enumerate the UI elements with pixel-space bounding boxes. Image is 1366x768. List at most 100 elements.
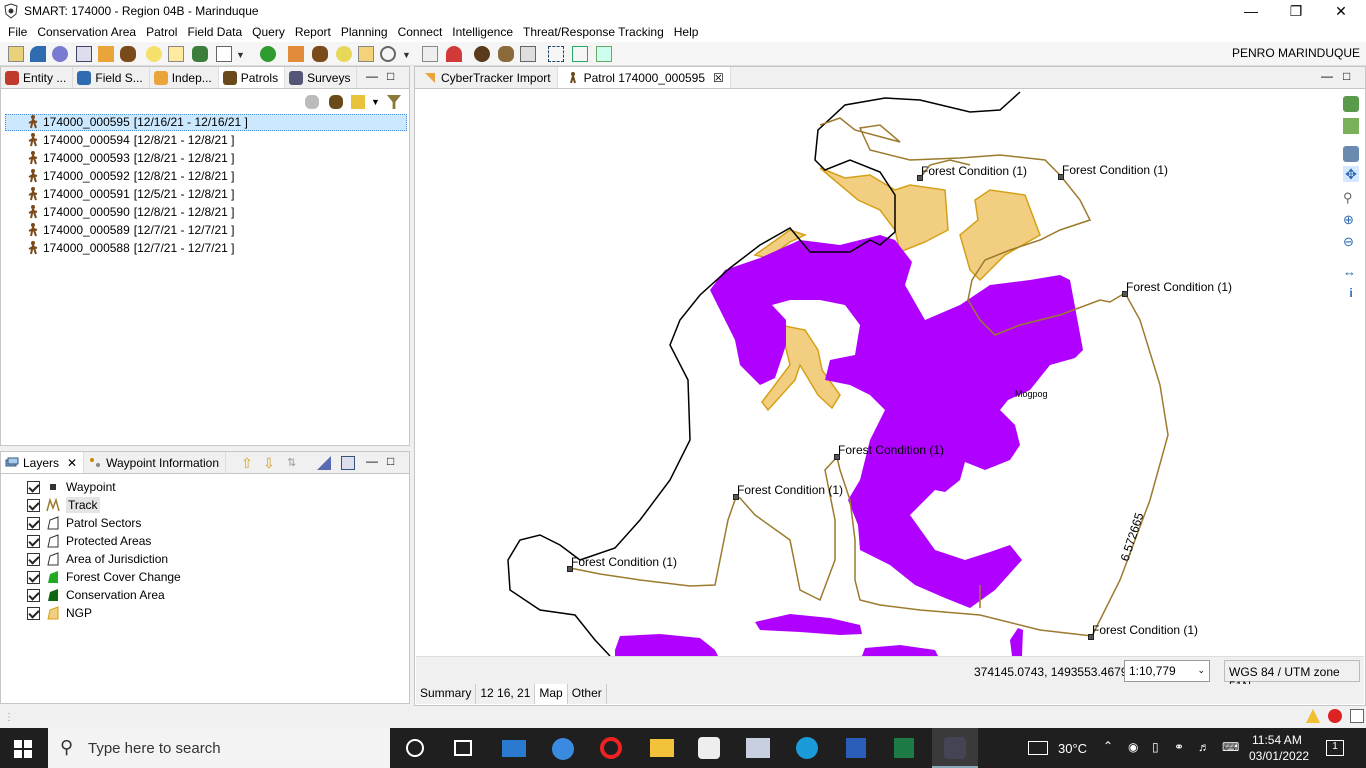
edit-patrol-icon[interactable] <box>351 95 365 109</box>
layer-visibility-checkbox[interactable] <box>27 480 40 494</box>
layer-visibility-checkbox[interactable] <box>27 588 40 602</box>
layer-item[interactable]: Waypoint <box>27 478 116 496</box>
scale-select[interactable]: 1:10,779 ⌄ <box>1124 660 1210 682</box>
report-icon[interactable] <box>216 46 232 62</box>
editor-minimize-button[interactable]: — <box>1321 69 1333 83</box>
layer-item[interactable]: NGP <box>27 604 92 622</box>
task-view-icon[interactable] <box>454 740 472 756</box>
chevron-up-icon[interactable]: ⌃ <box>1103 739 1113 753</box>
map-canvas[interactable] <box>416 90 1340 656</box>
import-icon[interactable] <box>288 46 304 62</box>
weather-icon[interactable] <box>1028 741 1048 755</box>
menu-item-help[interactable]: Help <box>670 22 705 42</box>
export-map-icon[interactable] <box>1343 118 1359 134</box>
taskbar-search-box[interactable]: ⚲ Type here to search <box>48 728 390 768</box>
tab-entity[interactable]: Entity ... <box>1 67 74 88</box>
zoom-out-icon[interactable]: ⊖ <box>1343 234 1359 250</box>
layer-item[interactable]: Area of Jurisdiction <box>27 550 168 568</box>
remote-app-icon[interactable] <box>746 738 770 758</box>
menu-item-threat-response-tracking[interactable]: Threat/Response Tracking <box>519 22 670 42</box>
menu-item-patrol[interactable]: Patrol <box>142 22 183 42</box>
layer-visibility-checkbox[interactable] <box>27 534 40 548</box>
move-down-icon[interactable]: ⇩ <box>263 455 275 472</box>
patrol-add-icon[interactable] <box>312 46 328 62</box>
measure-icon[interactable]: ↔ <box>1343 264 1359 280</box>
document-icon[interactable] <box>422 46 438 62</box>
close-icon[interactable]: ✕ <box>67 456 77 473</box>
bottom-tab[interactable]: Summary <box>416 684 477 704</box>
windows-start-icon[interactable] <box>14 740 32 758</box>
layer-visibility-checkbox[interactable] <box>27 516 40 530</box>
layers-toggle-icon[interactable] <box>1343 96 1359 112</box>
menu-item-query[interactable]: Query <box>248 22 291 42</box>
panel-maximize-button[interactable]: □ <box>387 454 394 468</box>
panel-minimize-button[interactable]: — <box>366 454 378 468</box>
bottom-tab[interactable]: Map <box>535 684 568 704</box>
menu-item-conservation-area[interactable]: Conservation Area <box>33 22 142 42</box>
layer-visibility-checkbox[interactable] <box>27 552 40 566</box>
speaker-icon[interactable]: ♬ <box>1198 740 1210 754</box>
patrol-list-item[interactable]: 174000_000590 [12/8/21 - 12/8/21 ] <box>27 203 235 221</box>
warning-icon[interactable] <box>1306 709 1320 723</box>
chevron-down-icon[interactable]: ▼ <box>371 97 380 107</box>
layer-item[interactable]: Protected Areas <box>27 532 151 550</box>
sync-icon[interactable] <box>520 46 536 62</box>
notification-icon[interactable]: 1 <box>1326 740 1344 756</box>
panel-minimize-button[interactable]: — <box>366 69 378 83</box>
clock-date[interactable]: 03/01/2022 <box>1249 749 1309 763</box>
list-icon[interactable] <box>76 46 92 62</box>
panel-maximize-button[interactable]: □ <box>387 69 394 83</box>
file-explorer-icon[interactable] <box>650 739 674 757</box>
grid-icon[interactable] <box>596 46 612 62</box>
entity-icon[interactable] <box>474 46 490 62</box>
tab-field-sensor[interactable]: Field S... <box>73 67 150 88</box>
mail-icon[interactable] <box>502 740 526 757</box>
globe-icon[interactable] <box>52 46 68 62</box>
basemap-icon[interactable] <box>1343 146 1359 162</box>
menu-item-report[interactable]: Report <box>291 22 337 42</box>
smart-shield-icon[interactable] <box>698 737 720 759</box>
smart-app-taskbar-button[interactable] <box>932 728 978 768</box>
zoom-in-icon[interactable]: ⊕ <box>1343 212 1359 228</box>
network-tray-icon[interactable]: ◉ <box>1128 740 1138 754</box>
lightbulb-icon[interactable] <box>146 46 162 62</box>
tab-survey[interactable]: Surveys <box>285 67 358 88</box>
magnifier-app-icon[interactable] <box>552 738 574 760</box>
clock-time[interactable]: 11:54 AM <box>1252 733 1302 747</box>
error-icon[interactable] <box>1328 709 1342 723</box>
patrol-list-item[interactable]: 174000_000595 [12/16/21 - 12/16/21 ] <box>27 113 248 131</box>
minimize-button[interactable]: — <box>1228 0 1274 22</box>
word-icon[interactable] <box>846 738 866 758</box>
layer-visibility-checkbox[interactable] <box>27 498 40 512</box>
tree-icon[interactable] <box>192 46 208 62</box>
patrol-list-item[interactable]: 174000_000592 [12/8/21 - 12/8/21 ] <box>27 167 235 185</box>
layer-item[interactable]: Forest Cover Change <box>27 568 181 586</box>
language-icon[interactable]: ⌨ <box>1222 740 1239 754</box>
zoom-icon[interactable]: ⚲ <box>1343 190 1359 206</box>
layer-visibility-checkbox[interactable] <box>27 606 40 620</box>
plan-icon[interactable] <box>358 46 374 62</box>
battery-icon[interactable]: ▯ <box>1152 740 1159 754</box>
tab-cybertracker-import[interactable]: CyberTracker Import <box>415 67 558 88</box>
rss-icon[interactable] <box>30 46 46 62</box>
menu-item-intelligence[interactable]: Intelligence <box>448 22 519 42</box>
sort-icon[interactable]: ⇅ <box>287 456 296 469</box>
editor-maximize-button[interactable]: □ <box>1343 69 1350 83</box>
menu-item-field-data[interactable]: Field Data <box>183 22 248 42</box>
bottom-tab[interactable]: 12 16, 21 <box>476 684 536 704</box>
refresh-icon[interactable] <box>260 46 276 62</box>
new-map-icon[interactable] <box>8 46 24 62</box>
intel-icon[interactable] <box>336 46 352 62</box>
patrol-list-item[interactable]: 174000_000593 [12/8/21 - 12/8/21 ] <box>27 149 235 167</box>
console-icon[interactable] <box>1350 709 1364 723</box>
globe-tray-icon[interactable]: ⚭ <box>1174 740 1184 754</box>
tab-patrol[interactable]: Patrols <box>218 67 286 88</box>
patrol-list-item[interactable]: 174000_000589 [12/7/21 - 12/7/21 ] <box>27 221 235 239</box>
observer-icon[interactable] <box>498 46 514 62</box>
tab-layers[interactable]: Layers ✕ <box>1 452 85 473</box>
close-button[interactable]: ✕ <box>1318 0 1364 22</box>
tab-independent[interactable]: Indep... <box>150 67 219 88</box>
opera-icon[interactable] <box>600 737 622 759</box>
patrol-list-item[interactable]: 174000_000594 [12/8/21 - 12/8/21 ] <box>27 131 235 149</box>
patrol-list-item[interactable]: 174000_000591 [12/5/21 - 12/8/21 ] <box>27 185 235 203</box>
